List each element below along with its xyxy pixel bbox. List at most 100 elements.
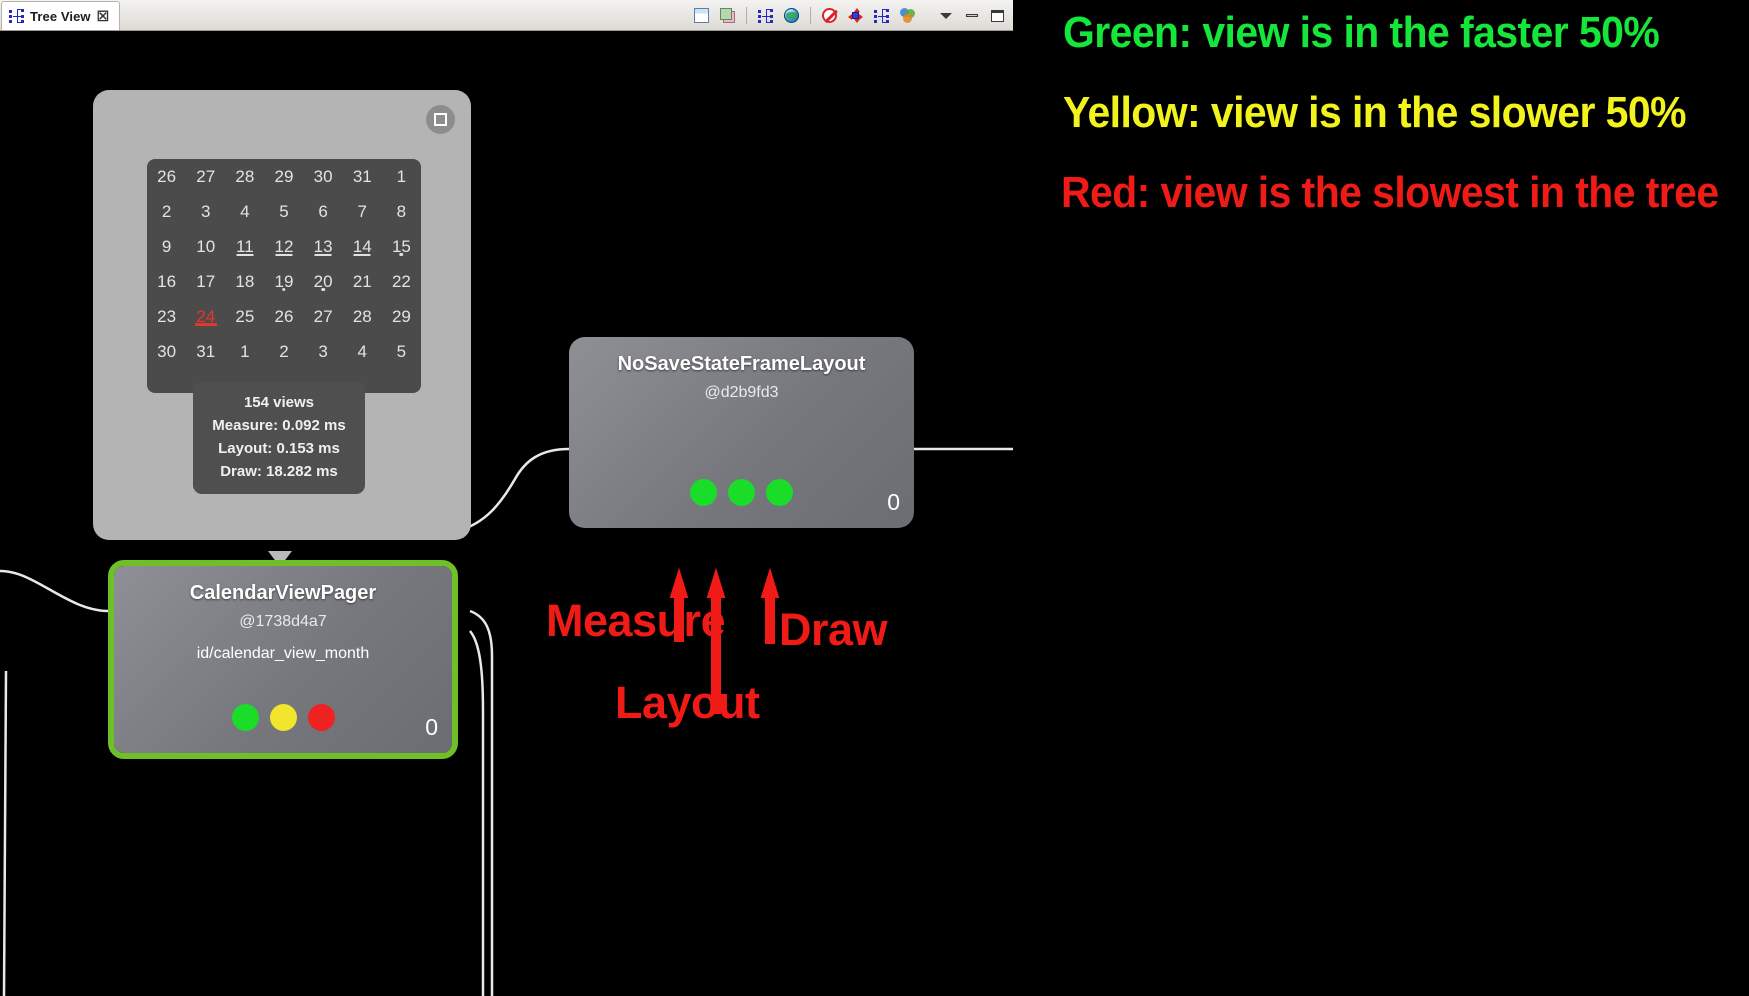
tree-canvas[interactable]: 26 27 28 29 30 31 1 2 3 4 5 6 7 8 9 10 11 12 13 14 15 16 17 18 1… bbox=[0, 31, 1013, 996]
calendar-day-label: 4 bbox=[240, 202, 250, 221]
stop-icon bbox=[822, 8, 837, 23]
profiling-tooltip: 154 views Measure: 0.092 ms Layout: 0.15… bbox=[193, 382, 365, 494]
calendar-day-cell[interactable]: 14 bbox=[343, 235, 382, 259]
calendar-day-cell[interactable]: 21 bbox=[343, 270, 382, 294]
tree-node-nosavestateframelayout[interactable]: NoSaveStateFrameLayout @d2b9fd3 0 bbox=[569, 337, 914, 528]
calendar-day-cell[interactable]: 1 bbox=[382, 165, 421, 189]
calendar-day-marker bbox=[282, 287, 286, 291]
globe-icon bbox=[784, 8, 799, 23]
save-as-png-button[interactable] bbox=[690, 4, 713, 27]
calendar-day-label: 30 bbox=[313, 167, 333, 186]
measure-dot[interactable] bbox=[231, 704, 259, 731]
node-title: NoSaveStateFrameLayout bbox=[617, 353, 866, 375]
node-perf-dots bbox=[569, 479, 914, 506]
calendar-day-cell[interactable]: 2 bbox=[147, 200, 186, 224]
calendar-day-label: 17 bbox=[196, 272, 216, 291]
calendar-day-cell[interactable]: 17 bbox=[186, 270, 225, 294]
request-layout-button[interactable] bbox=[870, 4, 893, 27]
calendar-day-cell[interactable]: 7 bbox=[343, 200, 382, 224]
tooltip-views: 154 views bbox=[243, 394, 315, 411]
calendar-week-row: 2 3 4 5 6 7 8 bbox=[147, 200, 421, 235]
draw-dot[interactable] bbox=[307, 704, 335, 731]
calendar-day-cell[interactable]: 4 bbox=[343, 340, 382, 364]
calendar-day-cell[interactable]: 19 bbox=[264, 270, 303, 294]
calendar-day-cell[interactable]: 25 bbox=[225, 305, 264, 329]
calendar-day-label: 26 bbox=[157, 167, 177, 186]
calendar-day-label: 5 bbox=[396, 342, 407, 361]
tab-tree-view[interactable]: Tree View ☒ bbox=[1, 1, 121, 30]
calendar-day-cell[interactable]: 30 bbox=[147, 340, 186, 364]
calendar-day-cell[interactable]: 29 bbox=[382, 305, 421, 329]
stop-process-button[interactable] bbox=[818, 4, 841, 27]
calendar-day-cell[interactable]: 26 bbox=[264, 305, 303, 329]
calendar-day-cell[interactable]: 6 bbox=[304, 200, 343, 224]
calendar-day-label: 28 bbox=[352, 307, 372, 326]
calendar-day-cell[interactable]: 16 bbox=[147, 270, 186, 294]
inspect-screenshot-button[interactable] bbox=[780, 4, 803, 27]
calendar-day-cell[interactable]: 27 bbox=[186, 165, 225, 189]
calendar-day-cell[interactable]: 28 bbox=[343, 305, 382, 329]
crosshair-icon bbox=[848, 8, 863, 23]
calendar-day-marker bbox=[399, 252, 404, 256]
minimize-button[interactable] bbox=[960, 4, 983, 27]
calendar-day-cell[interactable]: 8 bbox=[382, 200, 421, 224]
calendar-day-cell[interactable]: 31 bbox=[343, 165, 382, 189]
calendar-day-cell[interactable]: 15 bbox=[382, 235, 421, 259]
tree-node-calendarviewpager[interactable]: CalendarViewPager @1738d4a7 id/calendar_… bbox=[108, 560, 458, 759]
calendar-day-cell[interactable]: 23 bbox=[147, 305, 186, 329]
legend-line-yellow: Yellow: view is in the slower 50% bbox=[1063, 88, 1686, 137]
legend-line-red: Red: view is the slowest in the tree bbox=[1061, 168, 1719, 217]
layout-dot[interactable] bbox=[728, 479, 755, 506]
maximize-button[interactable] bbox=[986, 4, 1009, 27]
view-tabbar: Tree View ☒ bbox=[0, 0, 1013, 31]
measure-dot[interactable] bbox=[690, 479, 717, 506]
calendar-day-cell[interactable]: 30 bbox=[304, 165, 343, 189]
calendar-day-cell[interactable]: 18 bbox=[225, 270, 264, 294]
maximize-icon bbox=[991, 9, 1004, 22]
calendar-day-label: 2 bbox=[279, 342, 289, 361]
calendar-week-row: 9 10 11 12 13 14 15 bbox=[147, 235, 421, 270]
calendar-day-cell[interactable]: 1 bbox=[225, 340, 264, 364]
calendar-day-label: 3 bbox=[200, 202, 211, 221]
toolbar-separator bbox=[810, 7, 811, 24]
calendar-day-cell[interactable]: 9 bbox=[147, 235, 186, 259]
calendar-day-cell[interactable]: 28 bbox=[225, 165, 264, 189]
layout-dot[interactable] bbox=[269, 704, 297, 731]
tree-view-panel: Tree View ☒ 26 27 28 29 30 31 1 2 3 4 5 … bbox=[0, 0, 1013, 996]
calendar-day-label: 31 bbox=[352, 167, 372, 186]
calendar-week-row: 30 31 1 2 3 4 5 bbox=[147, 340, 421, 375]
chevron-down-icon bbox=[939, 12, 952, 19]
calendar-day-cell[interactable]: 2 bbox=[264, 340, 303, 364]
calendar-day-cell[interactable]: 3 bbox=[186, 200, 225, 224]
calendar-day-cell[interactable]: 20 bbox=[304, 270, 343, 294]
calendar-day-cell[interactable]: 12 bbox=[264, 235, 303, 259]
calendar-day-cell[interactable]: 3 bbox=[304, 340, 343, 364]
calendar-day-cell[interactable]: 31 bbox=[186, 340, 225, 364]
view-menu-button[interactable] bbox=[934, 4, 957, 27]
node-child-count: 0 bbox=[425, 714, 438, 740]
calendar-day-cell[interactable]: 11 bbox=[225, 235, 264, 259]
calendar-day-cell[interactable]: 5 bbox=[382, 340, 421, 364]
calendar-day-cell[interactable]: 24 bbox=[186, 305, 225, 329]
calendar-day-marker bbox=[236, 253, 254, 256]
close-icon[interactable]: ☒ bbox=[97, 9, 110, 23]
tooltip-draw: Draw: 18.282 ms bbox=[220, 463, 338, 480]
calendar-day-cell[interactable]: 26 bbox=[147, 165, 186, 189]
invalidate-layout-button[interactable] bbox=[844, 4, 867, 27]
calendar-day-cell[interactable]: 27 bbox=[304, 305, 343, 329]
calendar-day-label: 30 bbox=[157, 342, 177, 361]
display-options-button[interactable] bbox=[896, 4, 919, 27]
calendar-day-cell[interactable]: 13 bbox=[304, 235, 343, 259]
calendar-day-cell[interactable]: 4 bbox=[225, 200, 264, 224]
calendar-day-cell[interactable]: 10 bbox=[186, 235, 225, 259]
save-layers-button[interactable] bbox=[716, 4, 739, 27]
calendar-day-cell[interactable]: 29 bbox=[264, 165, 303, 189]
calendar-day-cell[interactable]: 5 bbox=[264, 200, 303, 224]
load-view-hierarchy-button[interactable] bbox=[754, 4, 777, 27]
calendar-day-cell[interactable]: 22 bbox=[382, 270, 421, 294]
calendar-day-label: 7 bbox=[357, 202, 367, 221]
calendar-day-marker bbox=[321, 287, 325, 291]
expand-preview-button[interactable] bbox=[426, 105, 455, 134]
draw-dot[interactable] bbox=[766, 479, 793, 506]
calendar-preview: 26 27 28 29 30 31 1 2 3 4 5 6 7 8 9 10 11 12 13 14 15 16 17 18 1… bbox=[147, 159, 421, 393]
